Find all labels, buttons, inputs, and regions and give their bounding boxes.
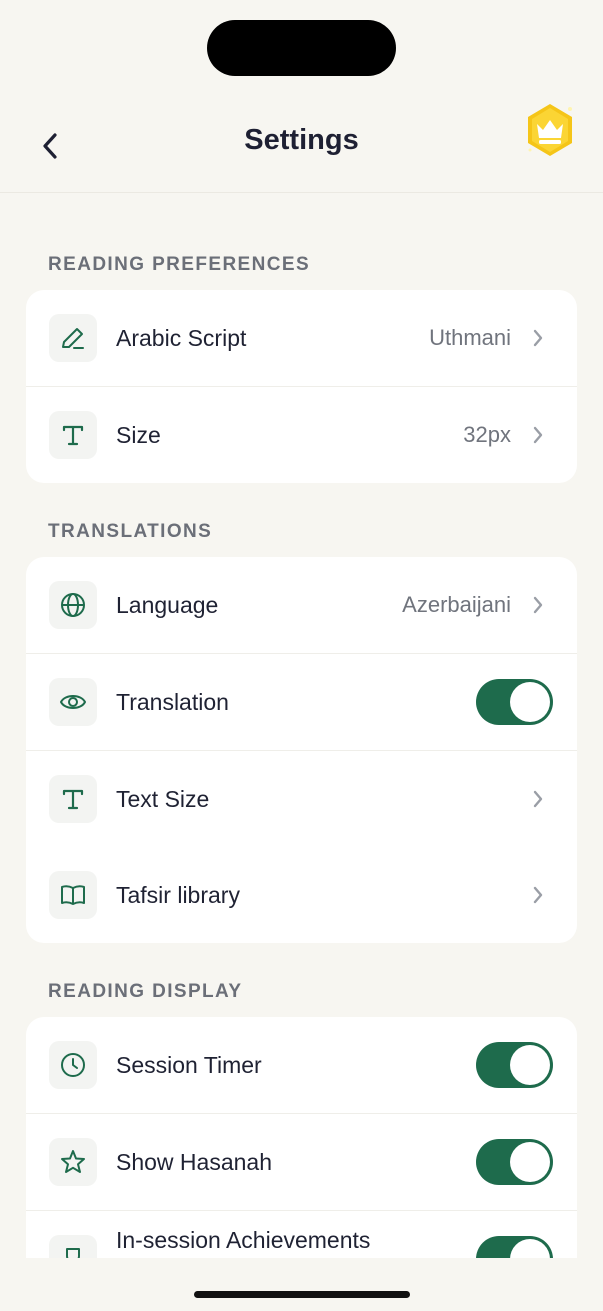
chevron-right-icon	[533, 426, 543, 444]
row-label: In-session Achievements	[116, 1227, 371, 1253]
reading-display-card: Session Timer Show Hasanah In-session Ac…	[26, 1017, 577, 1277]
eye-icon	[60, 695, 86, 709]
row-label: Size	[116, 421, 161, 448]
reading-preferences-card: Arabic Script Uthmani Size 32px	[26, 290, 577, 483]
book-icon	[61, 885, 85, 905]
translation-toggle[interactable]	[476, 679, 553, 725]
premium-button[interactable]	[522, 102, 578, 158]
translations-card: Language Azerbaijani Translation Text Si…	[26, 557, 577, 943]
row-label: Show Hasanah	[116, 1148, 272, 1175]
row-value: Azerbaijani	[402, 592, 511, 617]
row-label: Tafsir library	[116, 881, 240, 908]
row-value: 32px	[463, 422, 511, 447]
text-t-icon	[62, 425, 84, 446]
show-hasanah-toggle[interactable]	[476, 1139, 553, 1185]
home-indicator	[194, 1291, 410, 1298]
toggle-knob	[510, 682, 550, 722]
setting-row-show-hasanah: Show Hasanah	[26, 1114, 577, 1211]
pen-icon	[62, 328, 84, 349]
setting-row-translation: Translation	[26, 654, 577, 751]
toggle-knob	[510, 1045, 550, 1085]
chevron-right-icon	[533, 886, 543, 904]
setting-row-text-size[interactable]: Text Size	[26, 751, 577, 847]
row-label: Arabic Script	[116, 324, 247, 351]
setting-row-session-timer: Session Timer	[26, 1017, 577, 1114]
text-t-icon	[62, 789, 84, 810]
session-timer-toggle[interactable]	[476, 1042, 553, 1088]
setting-row-language[interactable]: Language Azerbaijani	[26, 557, 577, 654]
row-label: Text Size	[116, 785, 210, 812]
section-label-reading-preferences: READING PREFERENCES	[48, 254, 311, 275]
clock-icon	[61, 1053, 85, 1077]
setting-row-arabic-script[interactable]: Arabic Script Uthmani	[26, 290, 577, 387]
crown-icon	[528, 104, 572, 156]
row-label: Translation	[116, 688, 229, 715]
toggle-knob	[510, 1142, 550, 1182]
row-value: Uthmani	[429, 325, 511, 350]
dynamic-island	[207, 20, 396, 76]
setting-row-size[interactable]: Size 32px	[26, 387, 577, 483]
section-label-reading-display: READING DISPLAY	[48, 981, 243, 1002]
row-label: Language	[116, 591, 219, 618]
row-label: Session Timer	[116, 1051, 262, 1078]
section-label-translations: TRANSLATIONS	[48, 521, 213, 542]
bottom-safe-area	[0, 1258, 603, 1311]
page-title: Settings	[244, 124, 359, 156]
globe-icon	[61, 593, 85, 617]
nav-header: Settings	[0, 96, 603, 193]
star-icon	[61, 1150, 85, 1173]
setting-row-tafsir-library[interactable]: Tafsir library	[26, 847, 577, 943]
chevron-right-icon	[533, 329, 543, 347]
chevron-right-icon	[533, 790, 543, 808]
chevron-right-icon	[533, 596, 543, 614]
